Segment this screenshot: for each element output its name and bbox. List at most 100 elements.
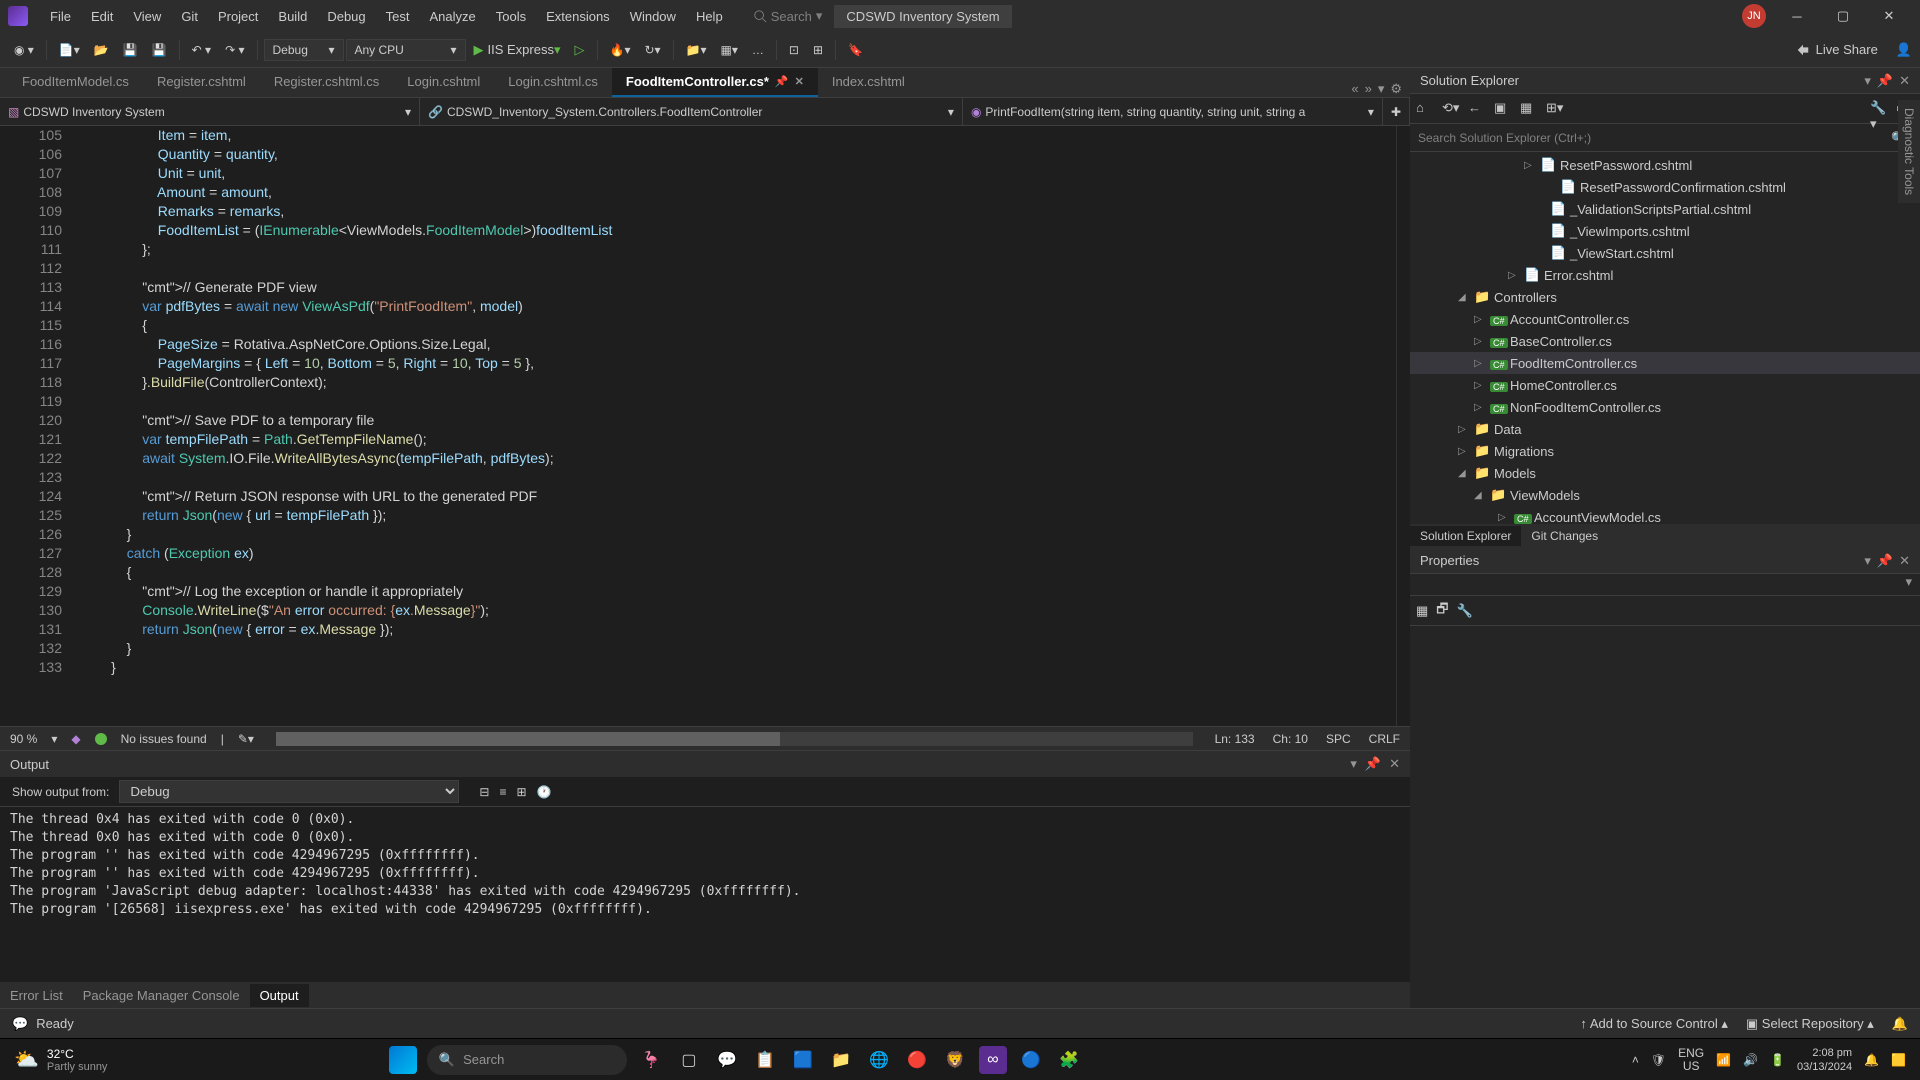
prop-close-icon[interactable]: ✕ (1899, 553, 1910, 569)
hscroll-track[interactable] (276, 732, 1193, 746)
prop-dropdown-icon[interactable]: ▾ (1864, 553, 1871, 569)
add-source-control[interactable]: ↑ Add to Source Control ▴ (1580, 1016, 1727, 1032)
nav-back-button[interactable]: ◉ ▾ (8, 39, 40, 61)
live-share-button[interactable]: Live Share 👤 (1796, 42, 1912, 58)
nav-member[interactable]: ◉PrintFoodItem(string item, string quant… (963, 98, 1383, 125)
prop-object-dropdown[interactable]: ▾ (1410, 574, 1920, 596)
tray-security-icon[interactable]: 🛡 (1651, 1053, 1666, 1067)
se-view-icon[interactable]: ⊞▾ (1546, 100, 1564, 118)
doc-tab[interactable]: Register.cshtml.cs (260, 68, 393, 97)
tab-menu-button[interactable]: ▾ (1378, 81, 1385, 97)
tree-item[interactable]: ▷📄ResetPassword.cshtml (1410, 154, 1920, 176)
comment-button[interactable]: ⊡ (783, 39, 805, 61)
tree-item[interactable]: 📄_ValidationScriptsPartial.cshtml (1410, 198, 1920, 220)
solution-tree[interactable]: ▷📄ResetPassword.cshtml📄ResetPasswordConf… (1410, 152, 1920, 524)
panel-dropdown-icon[interactable]: ▾ (1350, 756, 1357, 772)
maximize-button[interactable]: ▢ (1820, 0, 1866, 32)
taskbar-chrome2[interactable]: 🔵 (1017, 1046, 1045, 1074)
doc-tab[interactable]: Login.cshtml (393, 68, 494, 97)
code-editor[interactable]: 1051061071081091101111121131141151161171… (0, 126, 1410, 726)
battery-icon[interactable]: 🔋 (1770, 1053, 1785, 1067)
tree-item[interactable]: 📄_ViewImports.cshtml (1410, 220, 1920, 242)
se-close-icon[interactable]: ✕ (1899, 73, 1910, 89)
tree-item[interactable]: ▷📁Migrations (1410, 440, 1920, 462)
issues-label[interactable]: No issues found (121, 732, 207, 746)
menu-help[interactable]: Help (686, 9, 733, 24)
layout-button[interactable]: ▦▾ (715, 39, 744, 61)
tree-item[interactable]: ▷C#AccountViewModel.cs (1410, 506, 1920, 524)
menu-window[interactable]: Window (620, 9, 686, 24)
taskbar-app-2[interactable]: ▢ (675, 1046, 703, 1074)
doc-tab[interactable]: Login.cshtml.cs (494, 68, 612, 97)
taskbar-app-4[interactable]: 📋 (751, 1046, 779, 1074)
nav-split-button[interactable]: ✚ (1383, 98, 1410, 125)
tree-item[interactable]: ▷C#BaseController.cs (1410, 330, 1920, 352)
line-ending[interactable]: CRLF (1369, 732, 1400, 746)
panel-close-icon[interactable]: ✕ (1389, 756, 1400, 772)
bookmark-button[interactable]: 🔖 (842, 39, 869, 61)
save-button[interactable]: 💾 (117, 39, 144, 61)
taskbar-explorer[interactable]: 📁 (827, 1046, 855, 1074)
undo-button[interactable]: ↶ ▾ (186, 39, 217, 61)
se-back-icon[interactable]: ← (1468, 100, 1486, 118)
tree-item[interactable]: ▷C#AccountController.cs (1410, 308, 1920, 330)
se-search[interactable]: Search Solution Explorer (Ctrl+;) 🔍▾ (1410, 124, 1920, 152)
start-button[interactable] (389, 1046, 417, 1074)
menu-project[interactable]: Project (208, 9, 268, 24)
se-tab-git-changes[interactable]: Git Changes (1521, 526, 1608, 546)
run-noattach-button[interactable]: ▷ (569, 42, 591, 58)
weather-widget[interactable]: ⛅ 32°C Partly sunny (14, 1047, 107, 1073)
platform-dropdown[interactable]: Any CPU▾ (346, 39, 466, 61)
user-avatar[interactable]: JN (1742, 4, 1766, 28)
menu-git[interactable]: Git (171, 9, 208, 24)
tree-item[interactable]: ◢📁ViewModels (1410, 484, 1920, 506)
browse-button[interactable]: 📁▾ (680, 39, 713, 61)
nav-project[interactable]: ▧CDSWD Inventory System▾ (0, 98, 420, 125)
panel-pin-icon[interactable]: 📌 (1365, 756, 1381, 772)
prop-pages-icon[interactable]: 🔧 (1457, 603, 1473, 619)
output-timestamp-button[interactable]: 🕐 (537, 785, 552, 799)
taskbar-search[interactable]: 🔍 Search (427, 1045, 627, 1075)
scrollbar-track[interactable] (1396, 126, 1410, 726)
tree-item[interactable]: ▷C#NonFoodItemController.cs (1410, 396, 1920, 418)
notifications-icon[interactable]: 🔔 (1892, 1016, 1908, 1032)
doc-tab[interactable]: Index.cshtml (818, 68, 919, 97)
tree-item[interactable]: ◢📁Controllers (1410, 286, 1920, 308)
taskbar-app-1[interactable]: 🦩 (637, 1046, 665, 1074)
redo-button[interactable]: ↷ ▾ (219, 39, 250, 61)
clear-output-button[interactable]: ⊟ (479, 785, 489, 799)
tab-settings-button[interactable]: ⚙ (1390, 81, 1402, 97)
doc-tab[interactable]: Register.cshtml (143, 68, 260, 97)
prop-pin-icon[interactable]: 📌 (1877, 553, 1893, 569)
run-button[interactable]: ▶ IIS Express ▾ (468, 42, 567, 58)
notification-center-icon[interactable]: 🔔 (1864, 1053, 1879, 1067)
wifi-icon[interactable]: 📶 (1716, 1053, 1731, 1067)
output-source-dropdown[interactable]: Debug (119, 780, 459, 803)
doc-tab[interactable]: FoodItemModel.cs (8, 68, 143, 97)
taskbar-app-3[interactable]: 💬 (713, 1046, 741, 1074)
nav-class[interactable]: 🔗CDSWD_Inventory_System.Controllers.Food… (420, 98, 963, 125)
uncomment-button[interactable]: ⊞ (807, 39, 829, 61)
tab-scroll-button[interactable]: » (1365, 81, 1372, 97)
save-all-button[interactable]: 💾 (146, 39, 173, 61)
indent-mode[interactable]: SPC (1326, 732, 1351, 746)
menu-test[interactable]: Test (376, 9, 420, 24)
minimize-button[interactable]: ─ (1774, 0, 1820, 32)
volume-icon[interactable]: 🔊 (1743, 1053, 1758, 1067)
global-search[interactable]: Search ▾ (753, 8, 823, 24)
tree-item[interactable]: ◢📁Models (1410, 462, 1920, 484)
bottom-tab-output[interactable]: Output (250, 984, 309, 1007)
se-properties-icon[interactable]: 🔧▾ (1870, 100, 1888, 118)
caret-col[interactable]: Ch: 10 (1273, 732, 1308, 746)
output-text[interactable]: The thread 0x4 has exited with code 0 (0… (0, 807, 1410, 982)
tree-item[interactable]: ▷📄Error.cshtml (1410, 264, 1920, 286)
menu-view[interactable]: View (123, 9, 171, 24)
se-sync-icon[interactable]: ⟲▾ (1442, 100, 1460, 118)
bottom-tab-error-list[interactable]: Error List (0, 984, 73, 1007)
bottom-tab-package-manager-console[interactable]: Package Manager Console (73, 984, 250, 1007)
close-button[interactable]: ✕ (1866, 0, 1912, 32)
menu-edit[interactable]: Edit (81, 9, 123, 24)
taskbar-brave[interactable]: 🦁 (941, 1046, 969, 1074)
se-home-icon[interactable]: ⌂ (1416, 100, 1434, 118)
tab-overflow-button[interactable]: « (1351, 81, 1358, 97)
